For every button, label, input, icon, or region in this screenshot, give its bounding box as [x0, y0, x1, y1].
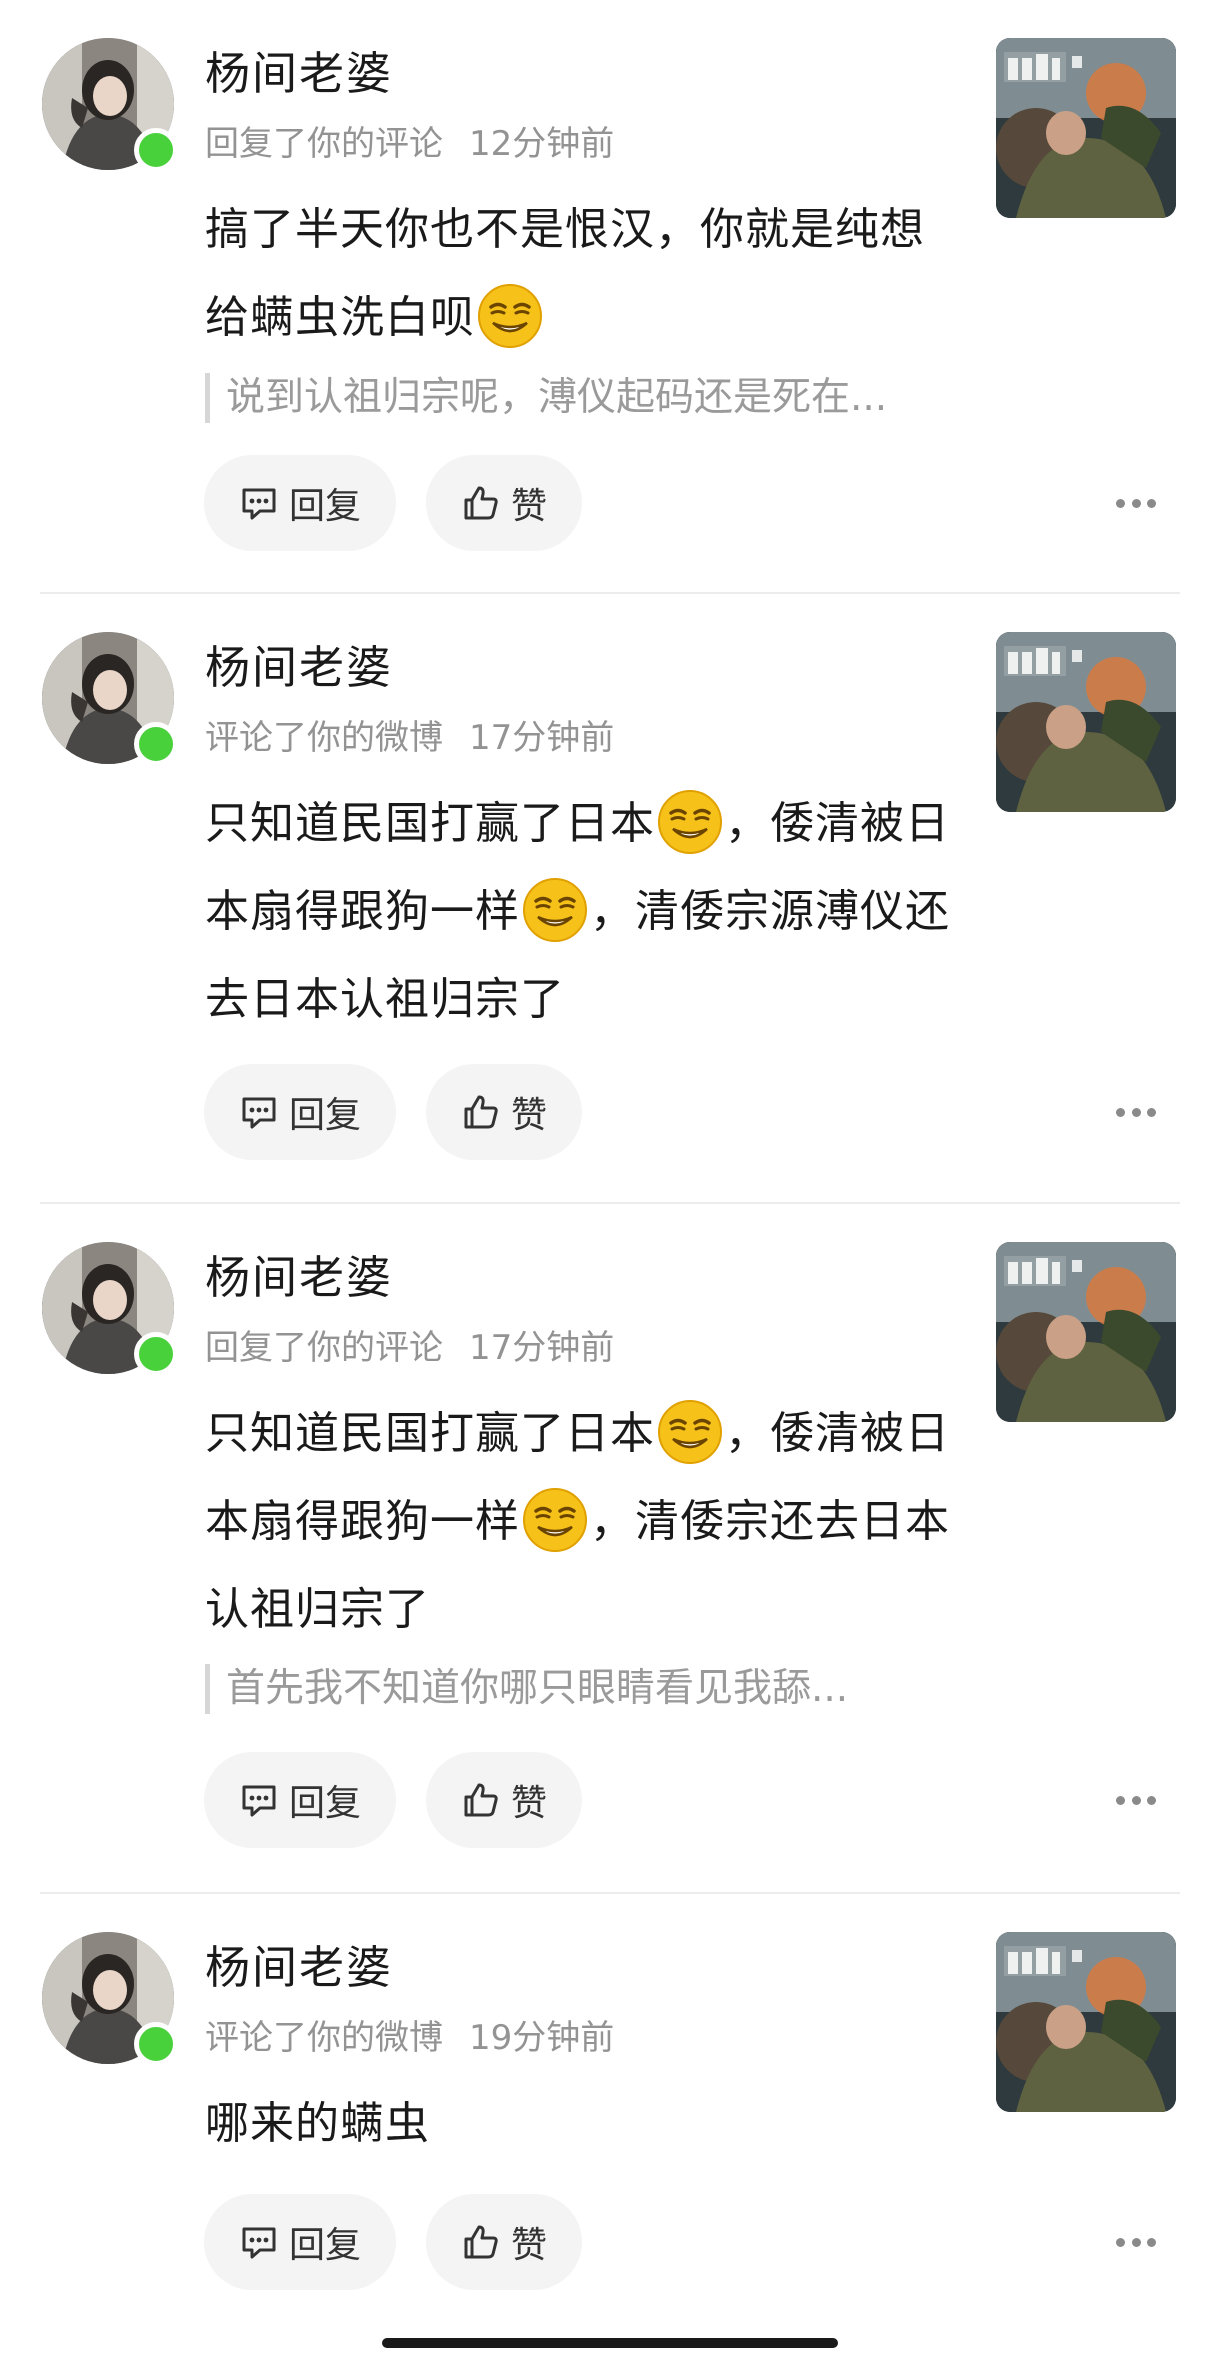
thumbs-up-icon	[461, 2222, 501, 2262]
smirk-emoji-icon	[657, 1399, 723, 1465]
notification-item[interactable]: 杨间老婆 评论了你的微博 17分钟前 只知道民国打赢了日本 ，倭清被日 本扇得跟狗一样…	[40, 594, 1180, 1204]
weibo-thumbnail[interactable]	[996, 632, 1176, 812]
reply-button[interactable]: 回复	[204, 1752, 396, 1848]
thumbs-up-icon	[461, 483, 501, 523]
online-status-dot	[134, 722, 178, 766]
like-button[interactable]: 赞	[426, 455, 582, 551]
comment-bubble-icon	[239, 2222, 279, 2262]
weibo-thumbnail[interactable]	[996, 1242, 1176, 1422]
action-text: 回复了你的评论	[205, 1328, 443, 1368]
smirk-emoji-icon	[477, 283, 543, 349]
smirk-emoji-icon	[657, 789, 723, 855]
smirk-emoji-icon	[522, 1487, 588, 1553]
action-text: 评论了你的微博	[205, 718, 443, 758]
username[interactable]: 杨间老婆	[205, 640, 393, 696]
comment-content[interactable]: 哪来的螨虫	[205, 2080, 965, 2168]
like-button[interactable]: 赞	[426, 1064, 582, 1160]
quoted-comment[interactable]: 说到认祖归宗呢，溥仪起码还是死在...	[205, 373, 986, 423]
timestamp: 12分钟前	[469, 124, 615, 164]
avatar[interactable]	[42, 1242, 178, 1376]
notification-meta: 回复了你的评论 17分钟前	[205, 1326, 614, 1370]
weibo-thumbnail[interactable]	[996, 1932, 1176, 2112]
more-dots-icon[interactable]	[1116, 1794, 1156, 1806]
action-text: 评论了你的微博	[205, 2018, 443, 2058]
reply-button[interactable]: 回复	[204, 455, 396, 551]
notification-meta: 回复了你的评论 12分钟前	[205, 122, 614, 166]
username[interactable]: 杨间老婆	[205, 46, 393, 102]
notification-item[interactable]: 杨间老婆 回复了你的评论 12分钟前 搞了半天你也不是恨汉，你就是纯想 给螨虫洗白呗…	[40, 0, 1180, 594]
smirk-emoji-icon	[522, 877, 588, 943]
timestamp: 17分钟前	[469, 718, 615, 758]
username[interactable]: 杨间老婆	[205, 1940, 393, 1996]
action-text: 回复了你的评论	[205, 124, 443, 164]
notification-feed: 杨间老婆 回复了你的评论 12分钟前 搞了半天你也不是恨汉，你就是纯想 给螨虫洗白呗…	[0, 0, 1220, 2334]
notification-meta: 评论了你的微博 19分钟前	[205, 2016, 614, 2060]
more-dots-icon[interactable]	[1116, 497, 1156, 509]
reply-button[interactable]: 回复	[204, 2194, 396, 2290]
avatar[interactable]	[42, 1932, 178, 2066]
weibo-thumbnail[interactable]	[996, 38, 1176, 218]
online-status-dot	[134, 2022, 178, 2066]
reply-button[interactable]: 回复	[204, 1064, 396, 1160]
timestamp: 17分钟前	[469, 1328, 615, 1368]
more-dots-icon[interactable]	[1116, 2236, 1156, 2248]
comment-content[interactable]: 只知道民国打赢了日本 ，倭清被日 本扇得跟狗一样 ，清倭宗源溥仪还 去日本认祖归宗了	[205, 780, 965, 1044]
thumbs-up-icon	[461, 1092, 501, 1132]
comment-bubble-icon	[239, 1780, 279, 1820]
thumbs-up-icon	[461, 1780, 501, 1820]
avatar[interactable]	[42, 38, 178, 172]
home-indicator[interactable]	[382, 2338, 838, 2348]
notification-meta: 评论了你的微博 17分钟前	[205, 716, 614, 760]
timestamp: 19分钟前	[469, 2018, 615, 2058]
notification-item[interactable]: 杨间老婆 评论了你的微博 19分钟前 哪来的螨虫 回复 赞	[40, 1894, 1180, 2334]
comment-bubble-icon	[239, 483, 279, 523]
like-button[interactable]: 赞	[426, 2194, 582, 2290]
notification-item[interactable]: 杨间老婆 回复了你的评论 17分钟前 只知道民国打赢了日本 ，倭清被日 本扇得跟狗一样…	[40, 1204, 1180, 1894]
avatar[interactable]	[42, 632, 178, 766]
quoted-comment[interactable]: 首先我不知道你哪只眼睛看见我舔...	[205, 1664, 986, 1714]
online-status-dot	[134, 1332, 178, 1376]
username[interactable]: 杨间老婆	[205, 1250, 393, 1306]
like-button[interactable]: 赞	[426, 1752, 582, 1848]
comment-bubble-icon	[239, 1092, 279, 1132]
comment-content[interactable]: 只知道民国打赢了日本 ，倭清被日 本扇得跟狗一样 ，清倭宗还去日本 认祖归宗了	[205, 1390, 965, 1654]
online-status-dot	[134, 128, 178, 172]
comment-content[interactable]: 搞了半天你也不是恨汉，你就是纯想 给螨虫洗白呗	[205, 186, 965, 362]
more-dots-icon[interactable]	[1116, 1106, 1156, 1118]
